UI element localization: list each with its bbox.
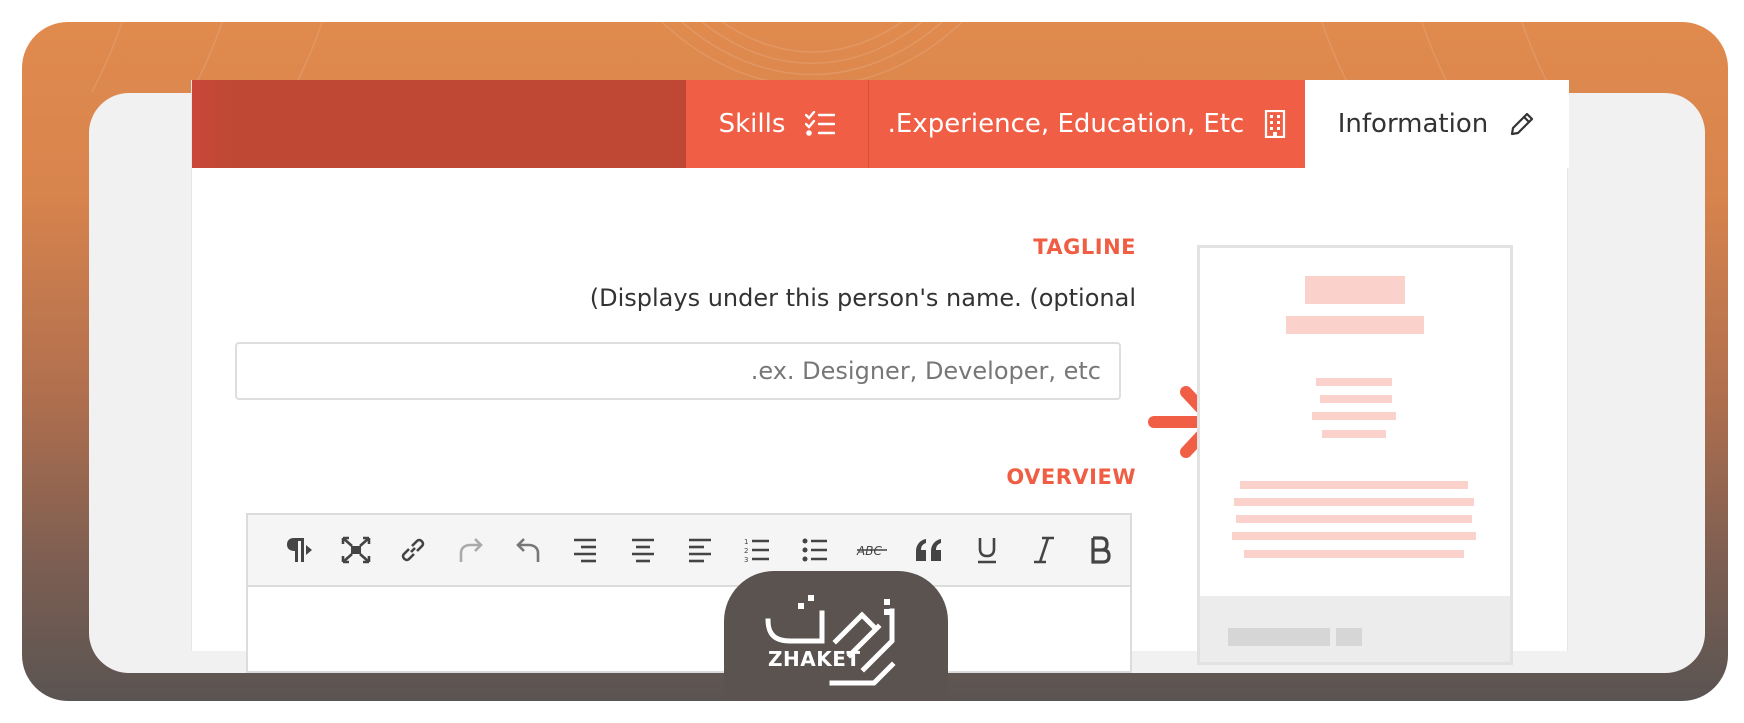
- svg-text:3: 3: [744, 556, 748, 564]
- tab-experience-label: .Experience, Education, Etc: [887, 109, 1245, 139]
- checklist-icon: [805, 111, 836, 137]
- tagline-help-text: (Displays under this person's name. (opt…: [589, 284, 1136, 312]
- editor-toolbar: 123 ABC: [248, 515, 1130, 587]
- redo-icon[interactable]: [442, 521, 499, 579]
- preview-footer-bar: [1336, 628, 1362, 646]
- preview-line: [1322, 430, 1386, 438]
- link-icon[interactable]: [385, 521, 442, 579]
- preview-text-line: [1234, 498, 1474, 506]
- building-icon: [1264, 110, 1286, 138]
- paragraph-direction-icon[interactable]: [270, 521, 327, 579]
- tagline-input[interactable]: [235, 342, 1121, 400]
- tab-information[interactable]: Information: [1305, 80, 1569, 168]
- bold-icon[interactable]: [1073, 521, 1130, 579]
- overview-editor[interactable]: 123 ABC: [246, 513, 1132, 673]
- tab-information-label: Information: [1337, 109, 1489, 139]
- italic-icon[interactable]: [1015, 521, 1072, 579]
- overview-heading: OVERVIEW: [1006, 465, 1136, 489]
- svg-text:2: 2: [744, 547, 748, 555]
- brand-badge: ZHAKET: [724, 571, 948, 701]
- svg-text:ABC: ABC: [856, 544, 882, 558]
- tab-skills[interactable]: Skills: [686, 80, 869, 168]
- align-left-icon[interactable]: [671, 521, 728, 579]
- preview-line: [1320, 395, 1392, 403]
- tab-skills-label: Skills: [718, 109, 786, 139]
- brand-logo: [765, 595, 896, 686]
- pencil-icon: [1508, 110, 1536, 138]
- preview-text-line: [1236, 515, 1472, 523]
- preview-name-placeholder: [1286, 316, 1424, 334]
- undo-icon[interactable]: [499, 521, 556, 579]
- preview-text-line: [1232, 532, 1476, 540]
- fullscreen-icon[interactable]: [327, 521, 384, 579]
- svg-text:1: 1: [744, 538, 748, 546]
- align-right-icon[interactable]: [557, 521, 614, 579]
- preview-line: [1316, 378, 1392, 386]
- preview-text-line: [1240, 481, 1468, 489]
- align-center-icon[interactable]: [614, 521, 671, 579]
- preview-footer-bar: [1228, 628, 1330, 646]
- tagline-heading: TAGLINE: [1033, 235, 1136, 259]
- profile-preview-card: [1197, 245, 1513, 665]
- preview-photo-placeholder: [1305, 276, 1405, 304]
- preview-line: [1312, 412, 1396, 420]
- underline-icon[interactable]: [958, 521, 1015, 579]
- tab-experience[interactable]: .Experience, Education, Etc: [869, 80, 1305, 168]
- preview-text-line: [1244, 550, 1464, 558]
- brand-name: ZHAKET: [768, 647, 861, 671]
- tab-bar-filler: [192, 80, 686, 168]
- profile-editor-panel: Skills .Experience, Education, Etc Infor…: [191, 80, 1569, 673]
- tab-bar: Skills .Experience, Education, Etc Infor…: [192, 80, 1569, 168]
